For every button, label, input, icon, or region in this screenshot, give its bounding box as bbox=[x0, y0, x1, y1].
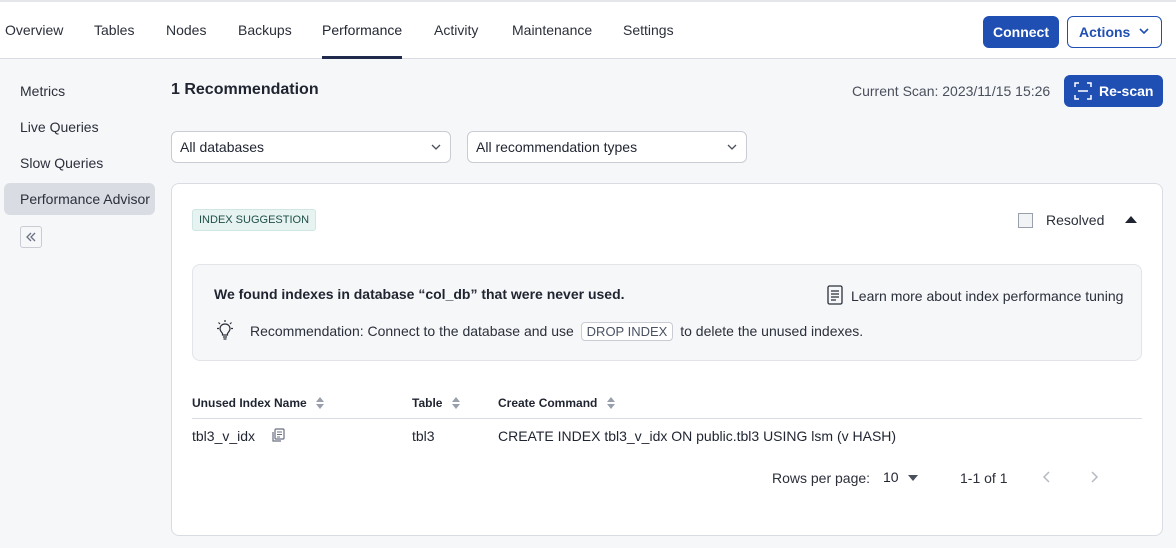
column-header-create-command[interactable]: Create Command bbox=[498, 396, 615, 410]
rescan-button-label: Re-scan bbox=[1099, 83, 1154, 99]
chevron-left-icon[interactable] bbox=[1040, 469, 1054, 485]
actions-button-label: Actions bbox=[1079, 24, 1131, 40]
current-scan-label: Current Scan: 2023/11/15 15:26 bbox=[852, 83, 1051, 99]
column-header-index-name[interactable]: Unused Index Name bbox=[192, 396, 325, 410]
caret-down-icon[interactable] bbox=[908, 475, 918, 481]
sort-icon bbox=[606, 397, 615, 409]
drop-index-code: DROP INDEX bbox=[580, 322, 674, 341]
tab-nodes[interactable]: Nodes bbox=[166, 2, 206, 59]
column-header-table[interactable]: Table bbox=[412, 396, 460, 410]
sidebar-item-slow-queries[interactable]: Slow Queries bbox=[4, 147, 155, 179]
tab-overview[interactable]: Overview bbox=[5, 2, 63, 59]
recommendation-type-select[interactable]: All recommendation types bbox=[467, 131, 747, 163]
recommendation-line: Recommendation: Connect to the database … bbox=[214, 319, 1114, 343]
resolved-label: Resolved bbox=[1046, 212, 1105, 228]
sidebar-item-live-queries[interactable]: Live Queries bbox=[4, 111, 155, 143]
tab-settings[interactable]: Settings bbox=[623, 2, 674, 59]
database-filter-value: All databases bbox=[180, 139, 265, 155]
cell-index-name: tbl3_v_idx bbox=[192, 428, 256, 444]
recommendation-info-box: We found indexes in database “col_db” th… bbox=[192, 264, 1142, 361]
document-icon bbox=[827, 285, 843, 305]
cell-create-command: CREATE INDEX tbl3_v_idx ON public.tbl3 U… bbox=[498, 428, 897, 444]
column-header-label: Table bbox=[412, 396, 443, 410]
tab-performance[interactable]: Performance bbox=[322, 2, 402, 59]
rescan-button[interactable]: Re-scan bbox=[1064, 75, 1163, 107]
recommendation-type-value: All recommendation types bbox=[476, 139, 638, 155]
rows-per-page-select[interactable]: 10 bbox=[883, 469, 899, 485]
column-header-label: Create Command bbox=[498, 396, 598, 410]
recommendation-card: INDEX SUGGESTION Resolved We found index… bbox=[171, 183, 1163, 536]
active-tab-indicator bbox=[322, 56, 402, 59]
tab-backups[interactable]: Backups bbox=[238, 2, 292, 59]
scan-icon bbox=[1074, 82, 1092, 100]
index-suggestion-badge: INDEX SUGGESTION bbox=[192, 209, 317, 231]
resolved-checkbox[interactable] bbox=[1018, 213, 1033, 228]
chevron-down-icon bbox=[1139, 28, 1149, 35]
connect-button[interactable]: Connect bbox=[983, 16, 1059, 48]
recommendation-prefix: Recommendation: Connect to the database … bbox=[250, 323, 574, 339]
copy-icon[interactable] bbox=[271, 428, 285, 442]
lightbulb-icon bbox=[217, 320, 233, 340]
top-nav-bar: Overview Tables Nodes Backups Performanc… bbox=[0, 0, 1176, 59]
sidebar-item-metrics[interactable]: Metrics bbox=[4, 75, 155, 107]
learn-more-text: Learn more about index performance tunin… bbox=[851, 288, 1124, 304]
collapse-card-icon[interactable] bbox=[1125, 216, 1137, 223]
tab-tables[interactable]: Tables bbox=[94, 2, 134, 59]
chevron-right-icon[interactable] bbox=[1087, 469, 1101, 485]
double-chevron-left-icon bbox=[26, 232, 36, 242]
pagination-range: 1-1 of 1 bbox=[960, 470, 1008, 486]
recommendation-text: Recommendation: Connect to the database … bbox=[250, 322, 863, 341]
chevron-down-icon bbox=[727, 144, 737, 150]
cell-table: tbl3 bbox=[412, 428, 435, 444]
collapse-sidebar-button[interactable] bbox=[20, 226, 42, 248]
rows-per-page-label: Rows per page: bbox=[772, 470, 871, 486]
actions-button[interactable]: Actions bbox=[1067, 16, 1162, 48]
page-title: 1 Recommendation bbox=[171, 81, 319, 98]
tab-activity[interactable]: Activity bbox=[434, 2, 478, 59]
column-header-label: Unused Index Name bbox=[192, 396, 307, 410]
sort-icon bbox=[451, 397, 460, 409]
info-title: We found indexes in database “col_db” th… bbox=[214, 286, 625, 302]
sidebar-item-performance-advisor[interactable]: Performance Advisor bbox=[4, 183, 155, 215]
tab-maintenance[interactable]: Maintenance bbox=[512, 2, 592, 59]
recommendation-suffix: to delete the unused indexes. bbox=[680, 323, 864, 339]
table-header-divider bbox=[192, 418, 1142, 419]
sort-icon bbox=[316, 397, 325, 409]
database-filter-select[interactable]: All databases bbox=[171, 131, 451, 163]
chevron-down-icon bbox=[431, 144, 441, 150]
